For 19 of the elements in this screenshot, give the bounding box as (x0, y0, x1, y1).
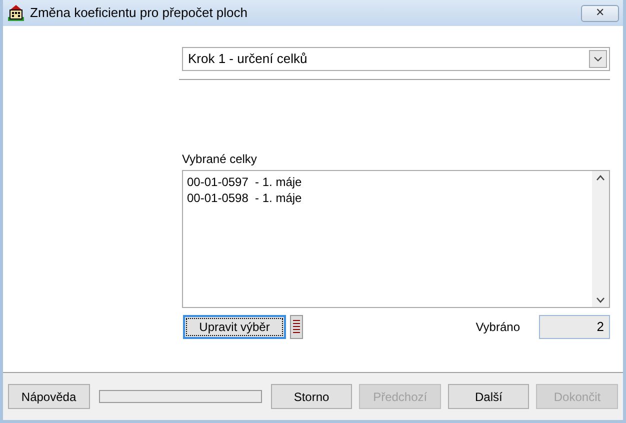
list-item[interactable]: 00-01-0597 - 1. máje (187, 174, 588, 190)
scroll-up-icon (596, 175, 605, 181)
scroll-down-icon (596, 297, 605, 303)
chevron-down-icon (589, 50, 607, 68)
selected-list[interactable]: 00-01-0597 - 1. máje 00-01-0598 - 1. máje (182, 170, 610, 308)
count-label: Vybráno (476, 319, 520, 336)
help-button[interactable]: Nápověda (8, 384, 90, 409)
building-icon (7, 4, 25, 22)
window-title: Změna koeficientu pro přepočet ploch (30, 4, 248, 22)
list-item[interactable]: 00-01-0598 - 1. máje (187, 190, 588, 206)
scrollbar[interactable] (592, 171, 609, 307)
list-icon[interactable] (290, 315, 303, 339)
edit-selection-button[interactable]: Upravit výběr (183, 315, 286, 339)
close-button[interactable]: ✕ (581, 4, 619, 22)
list-label: Vybrané celky (182, 151, 258, 168)
next-button[interactable]: Další (448, 384, 530, 409)
step-dropdown[interactable]: Krok 1 - určení celků (182, 47, 610, 71)
cancel-button[interactable]: Storno (270, 384, 352, 409)
count-field: 2 (539, 315, 610, 339)
